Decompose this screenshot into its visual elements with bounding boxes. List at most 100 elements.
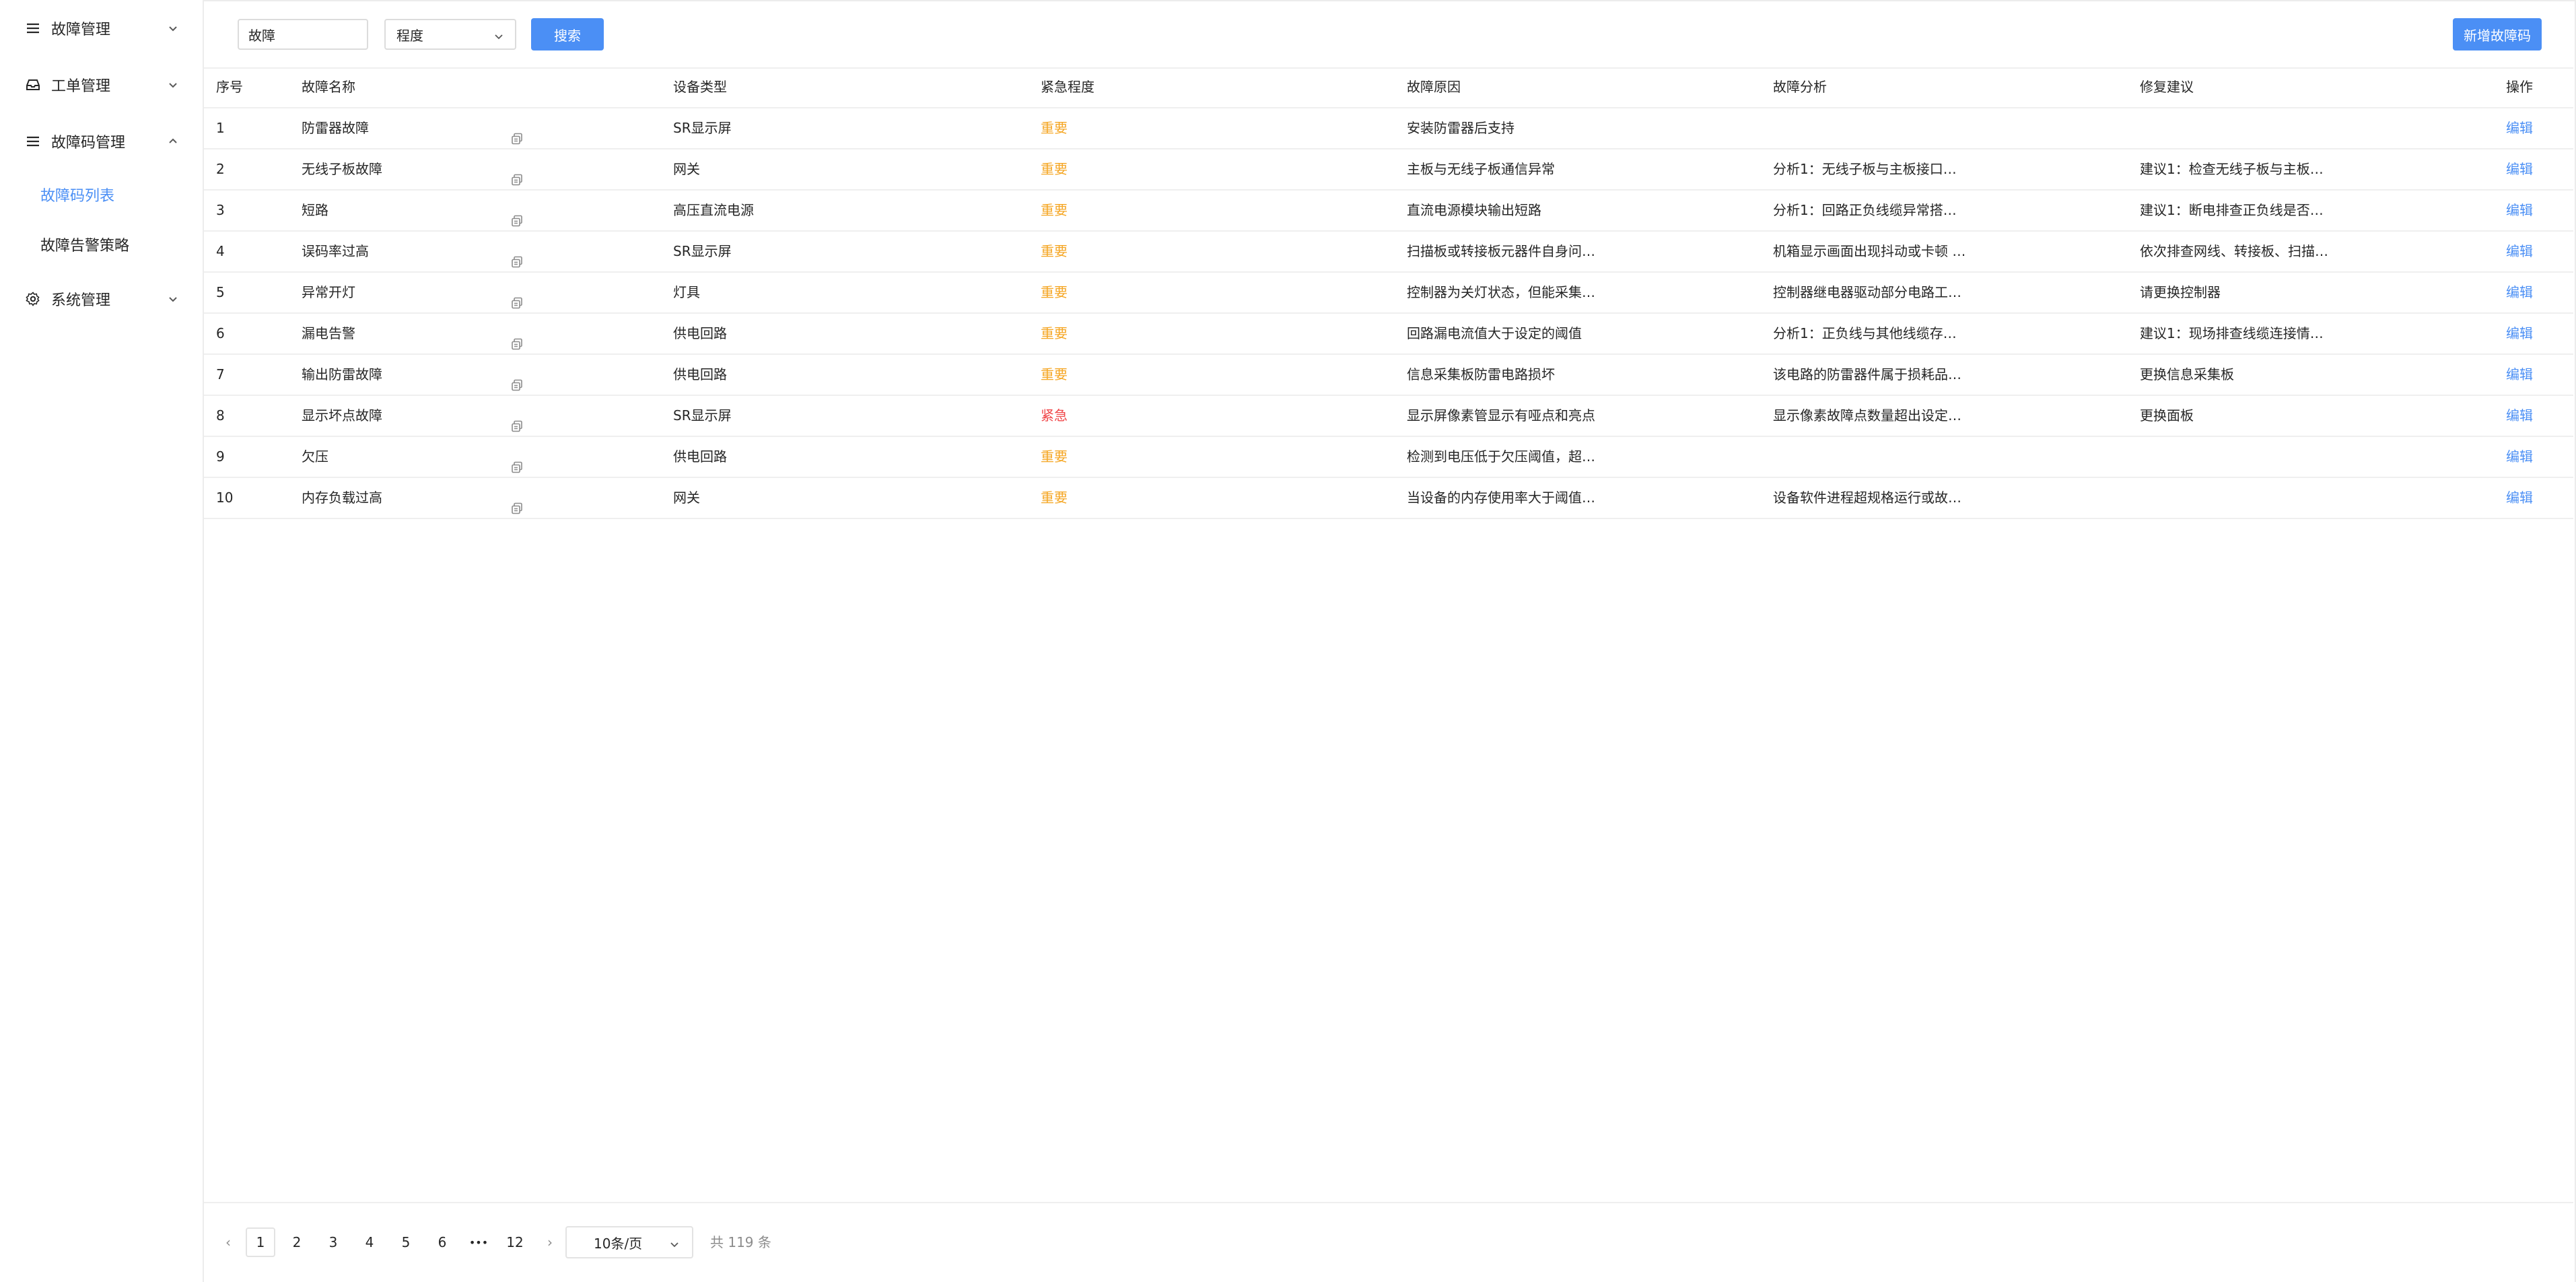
copy-icon[interactable] <box>510 149 526 189</box>
table-row: 2 无线子板故障 网关 重要 主板与无线子板通信异常 分析1：无线子板与主板接口… 建议1：… <box>204 149 2573 191</box>
row-index: 2 <box>216 161 225 177</box>
row-analysis: 分析1：正负线与其他线缆存… <box>1773 325 1957 341</box>
edit-link[interactable]: 编辑 <box>2506 191 2533 230</box>
search-input[interactable] <box>238 19 368 50</box>
row-cause: 检测到电压低于欠压阈值，超… <box>1407 448 1595 465</box>
add-faultcode-button[interactable]: 新增故障码 <box>2453 18 2542 50</box>
sidebar-item-fault-management[interactable]: 故障管理 <box>0 0 202 57</box>
header-device: 设备类型 <box>673 79 727 95</box>
table-row: 1 防雷器故障 SR显示屏 重要 安装防雷器后支持 编辑 <box>204 108 2573 149</box>
sidebar-item-workorder-management[interactable]: 工单管理 <box>0 57 202 113</box>
row-analysis: 机箱显示画面出现抖动或卡顿 … <box>1773 243 1966 259</box>
edit-link[interactable]: 编辑 <box>2506 273 2533 312</box>
page-size-value: 10条/页 <box>594 1235 643 1252</box>
copy-icon[interactable] <box>510 314 526 353</box>
page-button[interactable]: 4 <box>355 1227 384 1257</box>
edit-link[interactable]: 编辑 <box>2506 314 2533 353</box>
page-button[interactable]: 5 <box>391 1227 421 1257</box>
page-button[interactable]: 1 <box>246 1227 275 1257</box>
edit-link[interactable]: 编辑 <box>2506 149 2533 189</box>
copy-icon[interactable] <box>510 396 526 436</box>
pagination-divider <box>204 1202 2573 1203</box>
copy-icon[interactable] <box>510 232 526 271</box>
page-size-select[interactable]: 10条/页 <box>565 1226 693 1258</box>
more-pages-ellipsis[interactable]: ••• <box>464 1227 493 1257</box>
row-cause: 当设备的内存使用率大于阈值… <box>1407 490 1595 506</box>
list-icon <box>24 20 42 37</box>
copy-icon[interactable] <box>510 478 526 518</box>
chevron-down-icon <box>669 1237 680 1248</box>
header-index: 序号 <box>216 79 243 95</box>
next-page-button[interactable]: › <box>535 1227 565 1257</box>
row-device-type: SR显示屏 <box>673 243 732 259</box>
chevron-down-icon <box>493 29 504 40</box>
edit-link[interactable]: 编辑 <box>2506 232 2533 271</box>
table-row: 10 内存负载过高 网关 重要 当设备的内存使用率大于阈值… 设备软件进程超规格运行或故…… <box>204 478 2573 519</box>
row-analysis: 分析1：回路正负线缆异常搭… <box>1773 202 1957 218</box>
row-fault-name: 误码率过高 <box>302 243 369 259</box>
copy-icon[interactable] <box>510 108 526 148</box>
table-row: 4 误码率过高 SR显示屏 重要 扫描板或转接板元器件自身问… 机箱显示画面出现抖动或卡顿… <box>204 232 2573 273</box>
copy-icon[interactable] <box>510 273 526 312</box>
row-index: 8 <box>216 407 225 424</box>
sidebar-item-system-management[interactable]: 系统管理 <box>0 271 202 327</box>
table-row: 8 显示坏点故障 SR显示屏 紧急 显示屏像素管显示有哑点和亮点 显示像素故障点数量超出设… <box>204 396 2573 437</box>
copy-icon[interactable] <box>510 437 526 477</box>
row-fault-name: 内存负载过高 <box>302 490 382 506</box>
row-fault-name: 无线子板故障 <box>302 161 382 177</box>
edit-link[interactable]: 编辑 <box>2506 396 2533 436</box>
sidebar-item-label: 系统管理 <box>51 292 111 309</box>
row-index: 10 <box>216 490 234 506</box>
row-index: 4 <box>216 243 225 259</box>
row-suggestion: 依次排查网线、转接板、扫描… <box>2140 243 2328 259</box>
row-cause: 安装防雷器后支持 <box>1407 120 1515 136</box>
row-urgency: 重要 <box>1041 243 1068 259</box>
row-analysis: 分析1：无线子板与主板接口… <box>1773 161 1957 177</box>
row-device-type: 供电回路 <box>673 448 727 465</box>
toolbar: 程度 搜索 新增故障码 <box>204 1 2573 69</box>
sidebar-subitem-faultcode-list[interactable]: 故障码列表 <box>0 170 202 220</box>
copy-icon[interactable] <box>510 355 526 395</box>
row-urgency: 重要 <box>1041 448 1068 465</box>
gear-icon <box>24 290 42 308</box>
edit-link[interactable]: 编辑 <box>2506 355 2533 395</box>
page-button[interactable]: 2 <box>282 1227 312 1257</box>
row-urgency: 重要 <box>1041 490 1068 506</box>
faultcode-table: 序号 故障名称 设备类型 紧急程度 故障原因 故障分析 修复建议 操作 1 防雷器… <box>204 67 2573 519</box>
page-button[interactable]: 12 <box>500 1227 530 1257</box>
row-index: 6 <box>216 325 225 341</box>
total-count: 共 119 条 <box>710 1234 771 1250</box>
row-urgency: 重要 <box>1041 284 1068 300</box>
row-suggestion: 建议1：断电排查正负线是否… <box>2140 202 2324 218</box>
edit-link[interactable]: 编辑 <box>2506 437 2533 477</box>
row-suggestion: 更换信息采集板 <box>2140 366 2234 382</box>
header-suggestion: 修复建议 <box>2140 79 2194 95</box>
row-suggestion: 请更换控制器 <box>2140 284 2221 300</box>
app-root: 故障管理 工单管理 故障码管理 故障码列表 故障告警策略 系统管理 故障 程度 … <box>0 0 2576 1282</box>
row-device-type: 供电回路 <box>673 366 727 382</box>
search-button[interactable]: 搜索 <box>531 18 604 50</box>
row-device-type: 网关 <box>673 490 700 506</box>
copy-icon[interactable] <box>510 191 526 230</box>
row-analysis: 该电路的防雷器件属于损耗品… <box>1773 366 1961 382</box>
row-suggestion: 更换面板 <box>2140 407 2194 424</box>
row-device-type: 高压直流电源 <box>673 202 754 218</box>
row-fault-name: 漏电告警 <box>302 325 355 341</box>
page-button[interactable]: 6 <box>427 1227 457 1257</box>
page-button[interactable]: 3 <box>318 1227 348 1257</box>
chevron-down-icon <box>167 293 179 305</box>
sidebar-item-faultcode-management[interactable]: 故障码管理 <box>0 113 202 170</box>
sidebar-subitem-alarm-policy[interactable]: 故障告警策略 <box>0 220 202 269</box>
table-row: 6 漏电告警 供电回路 重要 回路漏电流值大于设定的阈值 分析1：正负线与其他线缆存… 建议… <box>204 314 2573 355</box>
sidebar-item-label: 故障管理 <box>51 22 111 38</box>
prev-page-button[interactable]: ‹ <box>213 1227 243 1257</box>
row-suggestion: 建议1：现场排查线缆连接情… <box>2140 325 2324 341</box>
sidebar-subitem-label: 故障告警策略 <box>40 238 130 255</box>
edit-link[interactable]: 编辑 <box>2506 108 2533 148</box>
row-device-type: 供电回路 <box>673 325 727 341</box>
table-row: 3 短路 高压直流电源 重要 直流电源模块输出短路 分析1：回路正负线缆异常搭… 建议1：断… <box>204 191 2573 232</box>
urgency-select[interactable]: 程度 <box>384 19 516 50</box>
row-device-type: 网关 <box>673 161 700 177</box>
chevron-up-icon <box>167 135 179 147</box>
edit-link[interactable]: 编辑 <box>2506 478 2533 518</box>
